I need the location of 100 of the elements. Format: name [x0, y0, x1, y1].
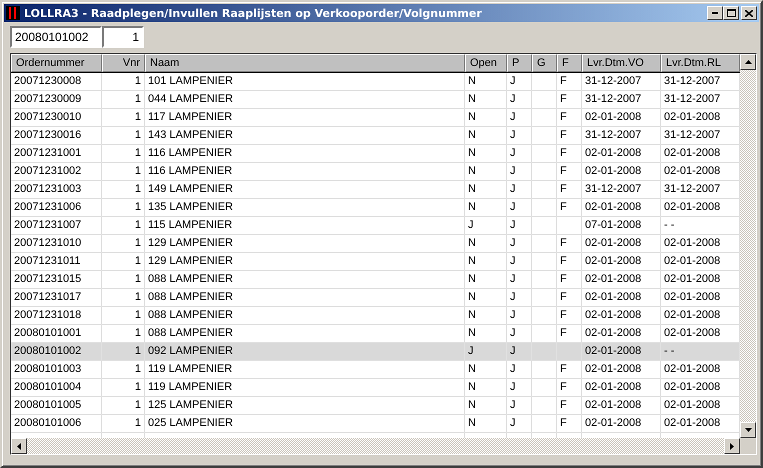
- table-cell: 02-01-2008: [585, 273, 642, 285]
- table-cell: 20071231003: [14, 183, 82, 195]
- column-header[interactable]: Naam: [145, 54, 465, 72]
- minimize-icon: [712, 12, 718, 14]
- table-cell: 20080101002: [14, 345, 82, 357]
- scroll-up-button[interactable]: [740, 54, 756, 70]
- minimize-button[interactable]: [707, 6, 723, 20]
- table-cell: J: [510, 291, 516, 303]
- table-cell: 02-01-2008: [585, 165, 642, 177]
- table-row[interactable]: 20071231003 1 149 LAMPENIER N J F 31-12-2007 31-12-2007: [11, 181, 740, 199]
- table-row[interactable]: 20071231017 1 088 LAMPENIER N J F 02-01-2008 02-01-2008: [11, 289, 740, 307]
- column-header[interactable]: Open: [465, 54, 507, 72]
- table-cell: J: [510, 237, 516, 249]
- table-cell: N: [468, 129, 476, 141]
- input-field[interactable]: 1: [102, 26, 144, 48]
- table-row[interactable]: 20071231011 1 129 LAMPENIER N J F 02-01-2008 02-01-2008: [11, 253, 740, 271]
- table-cell: 02-01-2008: [585, 327, 642, 339]
- table-cell: J: [510, 111, 516, 123]
- table-cell: 02-01-2008: [664, 381, 720, 393]
- table-cell: 20080101003: [14, 363, 82, 375]
- table-row[interactable]: 20080101004 1 119 LAMPENIER N J F 02-01-2008 02-01-2008: [11, 379, 740, 397]
- table-cell: F: [560, 93, 567, 105]
- table-row[interactable]: 20080101003 1 119 LAMPENIER N J F 02-01-2008 02-01-2008: [11, 361, 740, 379]
- table-cell: F: [560, 255, 567, 267]
- column-header[interactable]: Lvr.Dtm.VO: [582, 54, 661, 72]
- table-cell: 20071231010: [14, 237, 82, 249]
- table-row[interactable]: 20080101005 1 125 LAMPENIER N J F 02-01-2008 02-01-2008: [11, 397, 740, 415]
- table-cell: 02-01-2008: [585, 309, 642, 321]
- app-icon: [6, 6, 20, 20]
- table-cell: N: [468, 93, 476, 105]
- table-row[interactable]: 20071230016 1 143 LAMPENIER N J F 31-12-2007 31-12-2007: [11, 127, 740, 145]
- table-cell: 02-01-2008: [664, 111, 720, 123]
- column-header[interactable]: F: [557, 54, 582, 72]
- table-cell: J: [510, 219, 516, 231]
- maximize-icon: [726, 9, 736, 17]
- table-row[interactable]: 20071231015 1 088 LAMPENIER N J F 02-01-2008 02-01-2008: [11, 271, 740, 289]
- table-cell: 20071230010: [14, 111, 82, 123]
- table-cell: N: [468, 201, 476, 213]
- table-cell: 20071230016: [14, 129, 82, 141]
- maximize-button[interactable]: [723, 6, 739, 20]
- table-cell: 1: [134, 363, 141, 375]
- table-cell: 125 LAMPENIER: [148, 399, 233, 411]
- table-cell: N: [468, 291, 476, 303]
- horizontal-scrollbar[interactable]: [11, 438, 740, 454]
- scroll-down-button[interactable]: [740, 422, 756, 438]
- table-cell: - -: [664, 345, 674, 357]
- table-cell: 31-12-2007: [585, 129, 642, 141]
- table-cell: 088 LAMPENIER: [148, 291, 233, 303]
- table-cell: N: [468, 381, 476, 393]
- table-row[interactable]: 20071231007 1 115 LAMPENIER J J 07-01-2008 - -: [11, 217, 740, 235]
- table-row[interactable]: 20071231010 1 129 LAMPENIER N J F 02-01-2008 02-01-2008: [11, 235, 740, 253]
- table-row[interactable]: 20071230009 1 044 LAMPENIER N J F 31-12-2007 31-12-2007: [11, 91, 740, 109]
- table-cell: N: [468, 273, 476, 285]
- table-cell: N: [468, 309, 476, 321]
- table-cell: 02-01-2008: [585, 237, 642, 249]
- table-cell: N: [468, 363, 476, 375]
- table-cell: F: [560, 165, 567, 177]
- scroll-right-button[interactable]: [724, 438, 740, 454]
- table-row[interactable]: 20071231018 1 088 LAMPENIER N J F 02-01-2008 02-01-2008: [11, 307, 740, 325]
- table-cell: 092 LAMPENIER: [148, 345, 233, 357]
- table-cell: 135 LAMPENIER: [148, 201, 233, 213]
- column-header[interactable]: P: [507, 54, 532, 72]
- table-row[interactable]: 20071231002 1 116 LAMPENIER N J F 02-01-2008 02-01-2008: [11, 163, 740, 181]
- table-cell: 20071231006: [14, 201, 82, 213]
- table-cell: F: [560, 363, 567, 375]
- column-header[interactable]: Vnr: [102, 54, 145, 72]
- vertical-scrollbar[interactable]: [740, 54, 756, 438]
- table-cell: 20071231017: [14, 291, 82, 303]
- table-cell: 02-01-2008: [664, 147, 720, 159]
- table-cell: 20071231018: [14, 309, 82, 321]
- table-cell: 31-12-2007: [664, 183, 720, 195]
- table-row[interactable]: 20080101006 1 025 LAMPENIER N J F 02-01-2008 02-01-2008: [11, 415, 740, 433]
- table-row[interactable]: 20071230010 1 117 LAMPENIER N J F 02-01-2008 02-01-2008: [11, 109, 740, 127]
- table-cell: 088 LAMPENIER: [148, 309, 233, 321]
- input-field[interactable]: 20080101002: [10, 26, 102, 48]
- column-header[interactable]: G: [532, 54, 557, 72]
- table-cell: 20080101006: [14, 417, 82, 429]
- table-cell: 20080101001: [14, 327, 82, 339]
- right-arrow-icon: [730, 442, 734, 450]
- table-cell: 143 LAMPENIER: [148, 129, 233, 141]
- table-row[interactable]: 20080101002 1 092 LAMPENIER J J 02-01-2008 - -: [11, 343, 740, 361]
- scroll-left-button[interactable]: [11, 438, 27, 454]
- up-arrow-icon: [744, 60, 752, 64]
- table-cell: F: [560, 273, 567, 285]
- table-cell: J: [510, 327, 516, 339]
- table-cell: 119 LAMPENIER: [148, 363, 232, 375]
- column-header[interactable]: Ordernummer: [11, 54, 102, 72]
- table-cell: J: [468, 345, 474, 357]
- table-cell: 02-01-2008: [664, 363, 720, 375]
- table-row[interactable]: 20071231006 1 135 LAMPENIER N J F 02-01-2008 02-01-2008: [11, 199, 740, 217]
- table-row[interactable]: 20071231001 1 116 LAMPENIER N J F 02-01-2008 02-01-2008: [11, 145, 740, 163]
- column-header[interactable]: Lvr.Dtm.RL: [661, 54, 740, 72]
- table-cell: F: [560, 183, 567, 195]
- table-cell: 119 LAMPENIER: [148, 381, 232, 393]
- table-cell: 20071230008: [14, 75, 82, 87]
- table-cell: J: [510, 381, 516, 393]
- table-row[interactable]: 20071230008 1 101 LAMPENIER N J F 31-12-2007 31-12-2007: [11, 73, 740, 91]
- table-cell: 31-12-2007: [585, 93, 642, 105]
- table-cell: J: [510, 417, 516, 429]
- close-button[interactable]: [741, 6, 757, 20]
